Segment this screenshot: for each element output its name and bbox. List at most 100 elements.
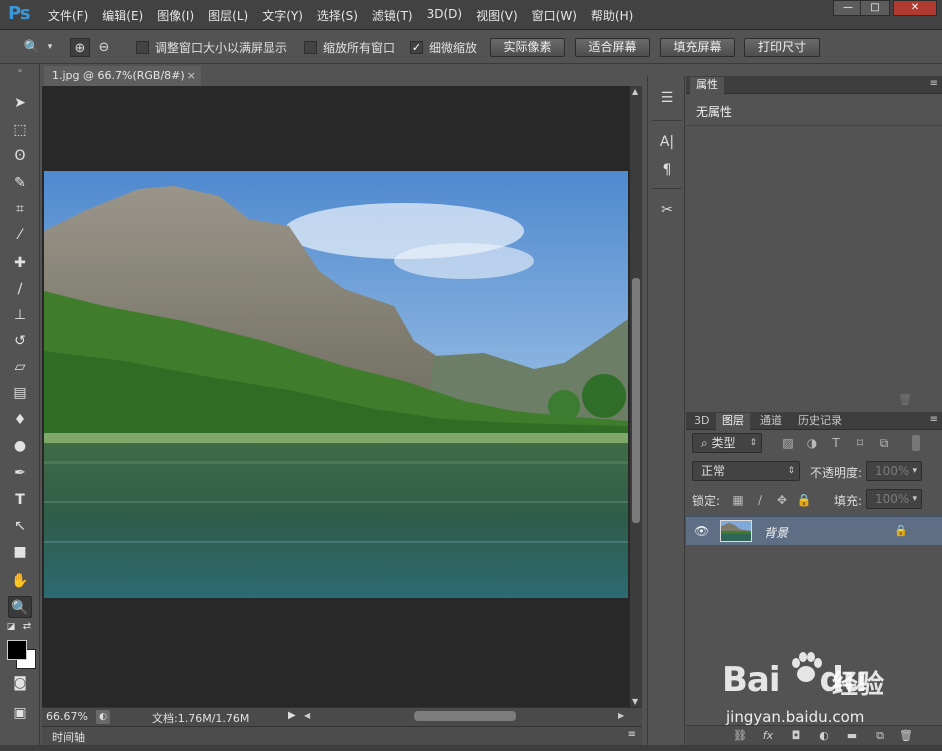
blend-mode-dropdown[interactable]: 正常 ⇕ xyxy=(692,461,800,481)
properties-panel-icon[interactable]: ☰ xyxy=(657,88,677,108)
timeline-menu-icon[interactable]: ≡ xyxy=(628,729,636,740)
paragraph-panel-icon[interactable]: ¶ xyxy=(657,160,677,180)
layers-panel-menu-icon[interactable]: ≡ xyxy=(930,414,938,425)
tab-layers[interactable]: 图层 xyxy=(716,413,750,430)
marquee-icon[interactable]: ⬚ xyxy=(8,119,32,141)
rectangle-icon[interactable]: ■ xyxy=(8,541,32,563)
layer-mask-icon[interactable]: ◘ xyxy=(788,728,804,744)
menu-select[interactable]: 选择(S) xyxy=(317,7,358,24)
layer-style-icon[interactable]: fx xyxy=(760,728,776,744)
zoom-in-icon[interactable]: ⊕ xyxy=(70,38,90,57)
collapse-toolbox-icon[interactable]: » xyxy=(8,66,32,76)
eye-icon[interactable]: 👁 xyxy=(694,524,709,538)
move-icon[interactable]: ➤ xyxy=(8,92,32,114)
blur-icon[interactable]: ♦ xyxy=(8,409,32,431)
resize-windows-checkbox[interactable] xyxy=(136,41,149,54)
zoom-all-windows-option[interactable]: 缩放所有窗口 xyxy=(304,39,395,56)
menu-image[interactable]: 图像(I) xyxy=(157,7,194,24)
filter-toggle-switch[interactable] xyxy=(912,435,920,451)
maximize-button[interactable]: □ xyxy=(860,0,890,16)
close-document-icon[interactable]: × xyxy=(187,66,196,86)
filter-shape-icon[interactable]: ⌑ xyxy=(852,435,868,451)
hand-icon[interactable]: ✋ xyxy=(8,570,32,592)
filter-adjustment-icon[interactable]: ◑ xyxy=(804,435,820,451)
scroll-down-icon[interactable]: ▼ xyxy=(632,697,638,706)
tool-presets-icon[interactable]: ✂ xyxy=(657,200,677,220)
tool-preset-chevron-icon[interactable]: ▾ xyxy=(44,38,56,57)
minimize-button[interactable]: — xyxy=(833,0,863,16)
filter-pixel-icon[interactable]: ▨ xyxy=(780,435,796,451)
trash-icon[interactable]: 🗑 xyxy=(898,728,914,744)
layer-filter-dropdown[interactable]: ⌕ 类型 ⇕ xyxy=(692,433,762,453)
fill-screen-button[interactable]: 填充屏幕 xyxy=(660,38,735,57)
scroll-up-icon[interactable]: ▲ xyxy=(632,87,638,96)
zoom-out-icon[interactable]: ⊖ xyxy=(94,38,114,57)
lock-transparent-icon[interactable]: ▦ xyxy=(730,492,746,508)
lock-position-icon[interactable]: ✥ xyxy=(774,492,790,508)
filter-type-icon[interactable]: T xyxy=(828,435,844,451)
fit-screen-button[interactable]: 适合屏幕 xyxy=(575,38,650,57)
zoom-tool-icon[interactable]: 🔍 xyxy=(22,38,42,57)
tab-3d[interactable]: 3D xyxy=(688,413,715,430)
quick-select-icon[interactable]: ✎ xyxy=(8,172,32,194)
zoom-all-windows-checkbox[interactable] xyxy=(304,41,317,54)
eyedropper-icon[interactable]: ⁄ xyxy=(8,224,32,246)
menu-help[interactable]: 帮助(H) xyxy=(591,7,633,24)
lock-all-icon[interactable]: 🔒 xyxy=(796,492,812,508)
menu-file[interactable]: 文件(F) xyxy=(48,7,88,24)
link-layers-icon[interactable]: ⛓ xyxy=(732,728,748,744)
foreground-color-swatch[interactable] xyxy=(7,640,27,660)
print-size-button[interactable]: 打印尺寸 xyxy=(744,38,820,57)
document-tab[interactable]: 1.jpg @ 66.7%(RGB/8#) × xyxy=(44,66,201,86)
scrubby-zoom-option[interactable]: ✓ 细微缩放 xyxy=(410,39,477,56)
actual-pixels-button[interactable]: 实际像素 xyxy=(490,38,565,57)
adjustment-layer-icon[interactable]: ◐ xyxy=(816,728,832,744)
type-icon[interactable]: T xyxy=(8,489,32,511)
lock-pixels-icon[interactable]: ∕ xyxy=(752,492,768,508)
horizontal-scroll-thumb[interactable] xyxy=(414,711,516,721)
timeline-panel-tab[interactable]: 时间轴 ≡ xyxy=(42,726,642,745)
menu-window[interactable]: 窗口(W) xyxy=(532,7,577,24)
menu-filter[interactable]: 滤镜(T) xyxy=(372,7,413,24)
tab-properties[interactable]: 属性 xyxy=(690,77,724,94)
menu-view[interactable]: 视图(V) xyxy=(476,7,518,24)
brush-icon[interactable]: ∕ xyxy=(8,278,32,300)
character-panel-icon[interactable]: A| xyxy=(657,132,677,152)
status-menu-arrow-icon[interactable]: ▶ xyxy=(288,710,296,721)
menu-layer[interactable]: 图层(L) xyxy=(208,7,248,24)
healing-icon[interactable]: ✚ xyxy=(8,252,32,274)
dodge-icon[interactable]: ● xyxy=(8,435,32,457)
stamp-icon[interactable]: ⊥ xyxy=(8,304,32,326)
zoom-tool-icon[interactable]: 🔍 xyxy=(8,596,32,618)
gradient-icon[interactable]: ▤ xyxy=(8,382,32,404)
tab-history[interactable]: 历史记录 xyxy=(792,413,848,430)
scroll-left-icon[interactable]: ◀ xyxy=(304,711,310,720)
properties-panel-menu-icon[interactable]: ≡ xyxy=(930,78,938,89)
swap-colors-icon[interactable]: ⇄ xyxy=(20,620,34,634)
crop-icon[interactable]: ⌗ xyxy=(8,198,32,220)
eraser-icon[interactable]: ▱ xyxy=(8,356,32,378)
close-window-button[interactable]: ✕ xyxy=(893,0,937,16)
new-group-icon[interactable]: ▬ xyxy=(844,728,860,744)
lasso-icon[interactable]: ʘ xyxy=(8,145,32,167)
menu-3d[interactable]: 3D(D) xyxy=(427,7,462,24)
menu-edit[interactable]: 编辑(E) xyxy=(102,7,143,24)
tab-channels[interactable]: 通道 xyxy=(754,413,788,430)
path-select-icon[interactable]: ↖ xyxy=(8,515,32,537)
layer-row-background[interactable]: 👁 背景 🔒 xyxy=(686,516,942,546)
opacity-field[interactable]: 100% ▾ xyxy=(866,461,922,481)
scroll-right-icon[interactable]: ▶ xyxy=(618,711,624,720)
menu-type[interactable]: 文字(Y) xyxy=(262,7,303,24)
filter-smart-object-icon[interactable]: ⧉ xyxy=(876,435,892,451)
vertical-scroll-thumb[interactable] xyxy=(632,278,640,523)
pen-icon[interactable]: ✒ xyxy=(8,462,32,484)
status-options-icon[interactable]: ◐ xyxy=(96,710,110,724)
default-colors-icon[interactable]: ◪ xyxy=(4,620,18,634)
scrubby-zoom-checkbox[interactable]: ✓ xyxy=(410,41,423,54)
zoom-level[interactable]: 66.67% xyxy=(46,710,88,723)
new-layer-icon[interactable]: ⧉ xyxy=(872,728,888,744)
resize-windows-option[interactable]: 调整窗口大小以满屏显示 xyxy=(136,39,287,56)
fill-field[interactable]: 100% ▾ xyxy=(866,489,922,509)
quick-mask-icon[interactable]: ◙ xyxy=(8,672,32,694)
screen-mode-icon[interactable]: ▣ xyxy=(8,702,32,724)
